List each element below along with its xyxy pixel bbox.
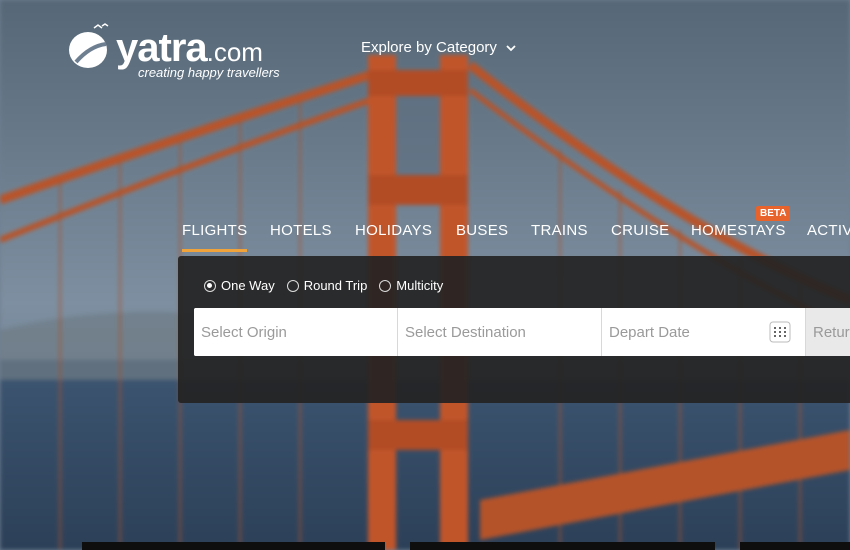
radio-round-trip[interactable] <box>286 279 299 292</box>
trip-type-label: Round Trip <box>303 278 368 293</box>
radio-one-way[interactable] <box>204 279 216 292</box>
explore-by-category-dropdown[interactable]: Explore by Category <box>361 39 517 56</box>
trip-type-round-trip[interactable]: Round Trip <box>286 278 368 293</box>
beta-badge: BETA <box>756 206 791 221</box>
promo-card[interactable] <box>82 542 385 550</box>
tab-homestays[interactable]: HOMESTAYS <box>691 222 786 249</box>
depart-date-field[interactable] <box>602 308 806 356</box>
tab-hotels[interactable]: HOTELS <box>270 222 332 249</box>
tab-activities[interactable]: ACTIV <box>807 222 850 249</box>
logo-tagline: creating happy travellers <box>138 65 280 80</box>
flight-search-panel: One Way Round Trip Multicity <box>178 256 850 403</box>
trip-type-selector: One Way Round Trip Multicity <box>204 278 443 293</box>
explore-label: Explore by Category <box>361 39 497 56</box>
trip-type-one-way[interactable]: One Way <box>204 278 275 293</box>
search-fields-row <box>194 308 850 356</box>
category-tabs: FLIGHTS HOTELS HOLIDAYS BUSES TRAINS CRU… <box>182 222 850 256</box>
yatra-logo-icon <box>69 23 109 68</box>
trip-type-label: Multicity <box>396 278 444 293</box>
tab-buses[interactable]: BUSES <box>456 222 508 249</box>
promo-card[interactable] <box>410 542 715 550</box>
destination-input[interactable] <box>398 308 602 356</box>
tab-cruise[interactable]: CRUISE <box>611 222 669 249</box>
calendar-icon[interactable] <box>769 321 791 343</box>
radio-multicity[interactable] <box>379 279 392 292</box>
logo-domain: .com <box>206 37 263 67</box>
tab-holidays[interactable]: HOLIDAYS <box>355 222 432 249</box>
tab-trains[interactable]: TRAINS <box>531 222 588 249</box>
logo-word: yatra <box>116 26 208 70</box>
origin-input[interactable] <box>194 308 398 356</box>
tab-flights[interactable]: FLIGHTS <box>182 222 248 252</box>
return-date-input[interactable] <box>806 308 850 356</box>
trip-type-multicity[interactable]: Multicity <box>379 278 443 293</box>
trip-type-label: One Way <box>221 278 275 293</box>
chevron-down-icon <box>506 44 516 51</box>
yatra-logo[interactable]: yatra.com creating happy travellers <box>66 10 286 82</box>
promo-card[interactable] <box>740 542 850 550</box>
